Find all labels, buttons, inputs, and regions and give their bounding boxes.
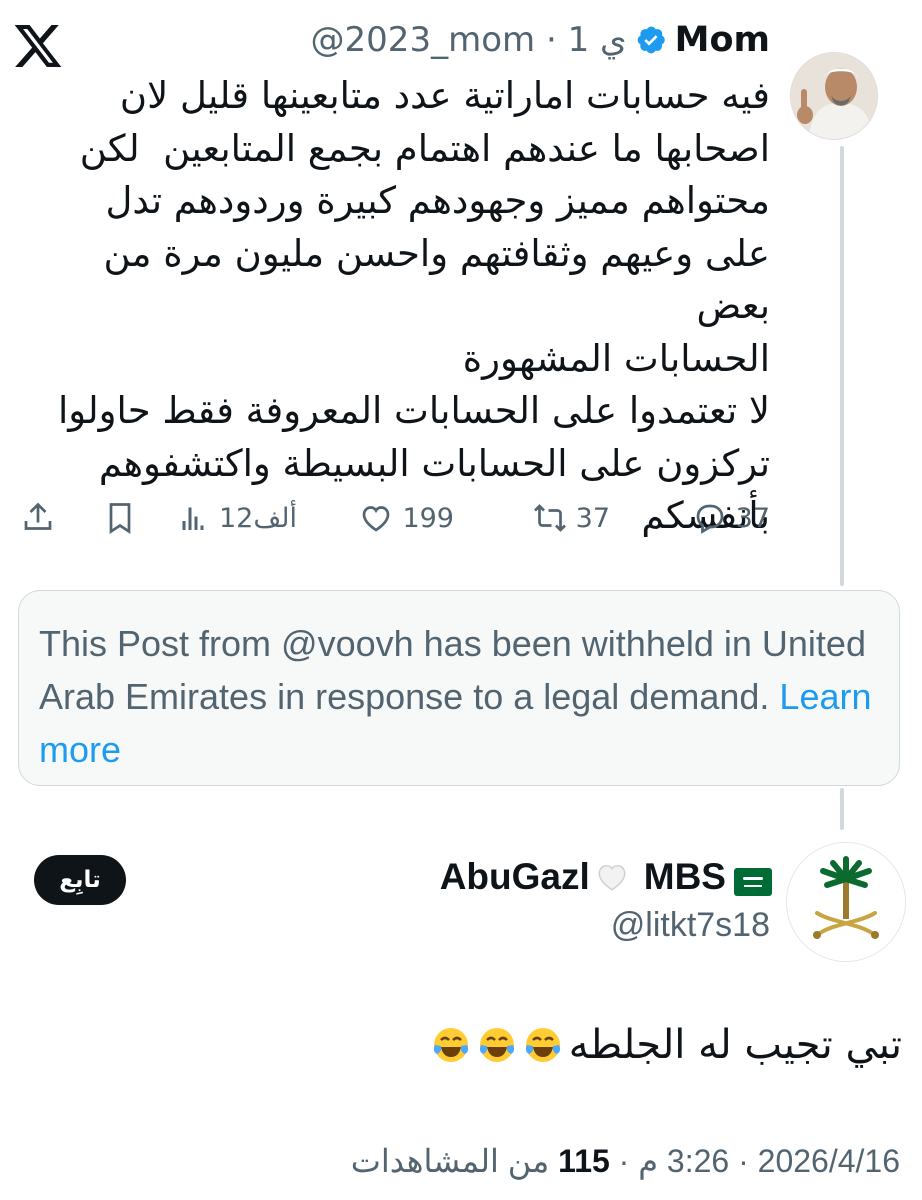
reply-text: تبي تجيب له الجلطه: [431, 1022, 902, 1068]
tweet-footer: 2026/4/16 · 3:26 م · 115 من المشاهدات: [351, 1142, 900, 1180]
repost-icon: [533, 504, 566, 532]
footer-sep-1: ·: [738, 1143, 749, 1179]
tears-of-joy-emoji-icon: [523, 1025, 563, 1065]
views-count: 12ألف: [218, 502, 297, 534]
share-icon: [24, 502, 52, 530]
footer-views-label[interactable]: من المشاهدات: [351, 1143, 550, 1179]
reply-author-name-a: AbuGazl: [439, 856, 590, 897]
thread-connector-2: [840, 788, 844, 830]
white-heart-icon: [594, 860, 630, 894]
tears-of-joy-emoji-icon: [431, 1025, 471, 1065]
tweet-text: فيه حسابات اماراتية عدد متابعينها قليل ل…: [57, 74, 770, 537]
tweet-meta[interactable]: @2023_mom · 1 ي: [311, 20, 627, 60]
share-button[interactable]: [20, 500, 56, 536]
bookmark-button[interactable]: [102, 500, 138, 536]
meta-separator: ·: [545, 20, 557, 60]
verified-badge-icon: [635, 24, 667, 56]
author-avatar[interactable]: [790, 52, 878, 140]
repost-button[interactable]: 37: [532, 500, 610, 536]
views-button[interactable]: 12ألف: [175, 500, 297, 536]
withheld-notice: This Post from @voovh has been withheld …: [18, 590, 900, 786]
footer-time: 3:26 م: [638, 1143, 730, 1179]
like-icon: [363, 506, 390, 532]
author-name[interactable]: Mom: [675, 20, 770, 60]
reply-author-handle[interactable]: @litkt7s18: [611, 906, 770, 945]
footer-views-count[interactable]: 115: [558, 1143, 610, 1179]
withheld-message: This Post from @voovh has been withheld …: [39, 623, 866, 717]
reply-author-name[interactable]: AbuGazl MBS: [440, 856, 772, 898]
footer-date: 2026/4/16: [757, 1143, 900, 1179]
tears-of-joy-emoji-icon: [477, 1025, 517, 1065]
reply-button[interactable]: 37: [692, 500, 770, 536]
tweet-header: @2023_mom · 1 ي Mom: [311, 20, 770, 60]
like-button[interactable]: 199: [358, 500, 454, 536]
x-logo-icon[interactable]: [10, 18, 66, 74]
author-handle[interactable]: @2023_mom: [311, 20, 536, 60]
tweet-time[interactable]: 1 ي: [568, 20, 627, 60]
reply-text-content: تبي تجيب له الجلطه: [568, 1022, 902, 1068]
views-icon: [182, 507, 204, 530]
footer-sep-2: ·: [618, 1143, 630, 1179]
saudi-flag-icon: [734, 863, 772, 896]
reply-count: 37: [735, 502, 770, 534]
bookmark-icon: [109, 503, 131, 535]
reply-author-avatar[interactable]: [786, 842, 906, 962]
reply-author-name-b: MBS: [643, 856, 726, 897]
reply-icon: [696, 504, 723, 534]
like-count: 199: [402, 502, 454, 534]
follow-button[interactable]: تابِع: [34, 855, 126, 905]
repost-count: 37: [575, 502, 610, 534]
tweet-actions: 37 37 199 12ألف: [0, 490, 922, 550]
